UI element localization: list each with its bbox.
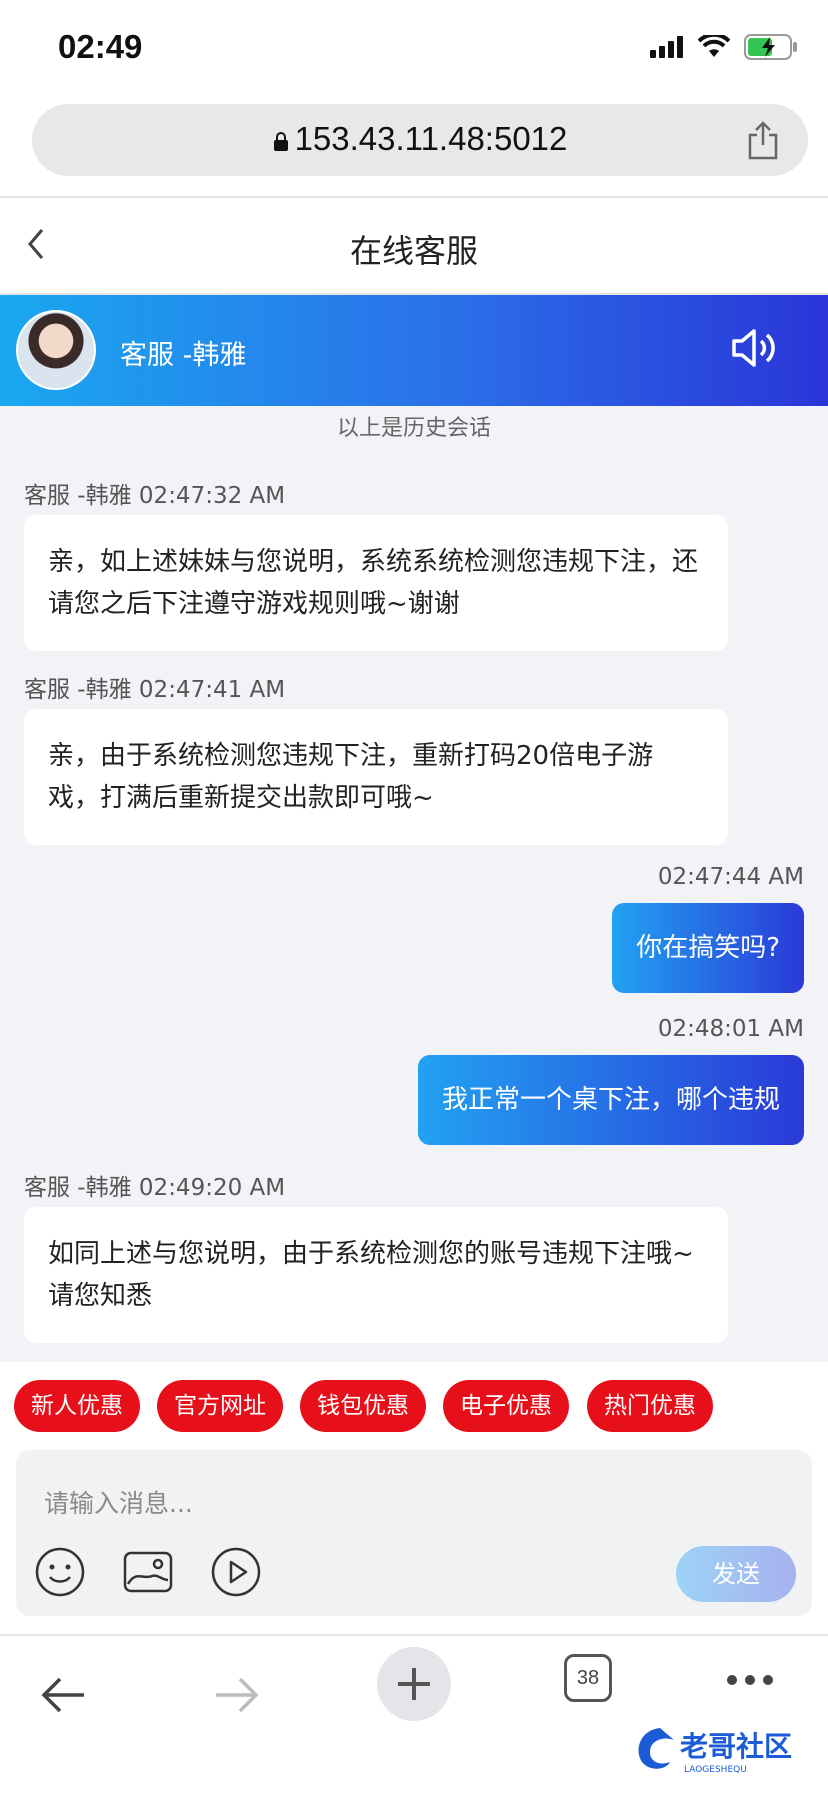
message-meta: 02:47:44 AM bbox=[657, 864, 804, 890]
status-icons bbox=[650, 34, 798, 60]
more-icon[interactable] bbox=[726, 1674, 774, 1686]
page-title: 在线客服 bbox=[349, 232, 478, 270]
lock-icon bbox=[273, 132, 288, 152]
agent-name: 客服 -韩雅 bbox=[120, 340, 247, 371]
new-tab-icon[interactable] bbox=[376, 1646, 452, 1722]
signal-icon bbox=[650, 36, 683, 58]
message-meta: 客服 -韩雅 02:47:32 AM bbox=[24, 483, 286, 509]
watermark-subtext: LAOGESHEQU bbox=[684, 1765, 747, 1775]
back-arrow-icon[interactable] bbox=[38, 1672, 88, 1718]
message-meta: 02:48:01 AM bbox=[657, 1016, 804, 1042]
forward-arrow-icon[interactable] bbox=[212, 1672, 262, 1718]
browser-toolbar: 153.43.11.48:5012 bbox=[0, 96, 828, 198]
message-bubble-agent: 如同上述与您说明，由于系统检测您的账号违规下注哦~请您知悉 bbox=[24, 1207, 728, 1343]
message-bubble-agent: 亲，如上述妹妹与您说明，系统系统检测您违规下注，还请您之后下注遵守游戏规则哦~谢… bbox=[24, 515, 728, 651]
address-text-wrap: 153.43.11.48:5012 bbox=[32, 120, 808, 158]
watermark-logo: 老哥社区 LAOGESHEQU bbox=[630, 1722, 810, 1780]
emoji-icon[interactable] bbox=[34, 1546, 86, 1598]
speaker-icon[interactable] bbox=[730, 325, 780, 371]
tabs-button[interactable]: 38 bbox=[564, 1654, 612, 1702]
address-bar[interactable]: 153.43.11.48:5012 bbox=[32, 104, 808, 176]
chat-area[interactable]: 以上是历史会话 客服 -韩雅 02:47:32 AM 亲，如上述妹妹与您说明，系… bbox=[0, 406, 828, 1362]
quick-reply-chip[interactable]: 热门优惠 bbox=[587, 1380, 713, 1432]
address-url: 153.43.11.48:5012 bbox=[294, 120, 568, 157]
history-label: 以上是历史会话 bbox=[336, 416, 491, 441]
nav-bar: 在线客服 bbox=[0, 198, 828, 295]
battery-icon bbox=[744, 34, 797, 60]
quick-reply-chip[interactable]: 官方网址 bbox=[157, 1380, 283, 1432]
agent-header: 客服 -韩雅 bbox=[0, 295, 828, 406]
video-play-icon[interactable] bbox=[210, 1546, 262, 1598]
quick-reply-chip[interactable]: 电子优惠 bbox=[443, 1380, 569, 1432]
wifi-icon bbox=[698, 35, 730, 57]
status-bar: 02:49 bbox=[0, 0, 828, 96]
message-bubble-user: 你在搞笑吗? bbox=[612, 903, 804, 993]
message-input[interactable]: 请输入消息... bbox=[44, 1484, 193, 1520]
message-meta: 客服 -韩雅 02:47:41 AM bbox=[24, 677, 286, 703]
message-meta: 客服 -韩雅 02:49:20 AM bbox=[24, 1175, 286, 1201]
agent-avatar bbox=[16, 310, 96, 390]
watermark-text: 老哥社区 bbox=[680, 1730, 792, 1763]
quick-reply-chip[interactable]: 钱包优惠 bbox=[300, 1380, 426, 1432]
quick-replies: 新人优惠 官方网址 钱包优惠 电子优惠 热门优惠 bbox=[0, 1362, 828, 1452]
message-bubble-user: 我正常一个桌下注，哪个违规 bbox=[417, 1055, 804, 1145]
image-icon[interactable] bbox=[122, 1546, 174, 1598]
dragon-logo-icon: 老哥社区 LAOGESHEQU bbox=[638, 1728, 792, 1775]
share-icon[interactable] bbox=[746, 120, 780, 160]
composer: 请输入消息... 发送 bbox=[16, 1450, 812, 1616]
browser-bottom-bar: 38 老哥社区 LAOGESHEQU bbox=[0, 1634, 828, 1794]
send-button[interactable]: 发送 bbox=[676, 1546, 796, 1602]
message-bubble-agent: 亲，由于系统检测您违规下注，重新打码20倍电子游戏，打满后重新提交出款即可哦~ bbox=[24, 709, 728, 845]
quick-reply-chip[interactable]: 新人优惠 bbox=[14, 1380, 140, 1432]
status-time: 02:49 bbox=[58, 28, 143, 65]
